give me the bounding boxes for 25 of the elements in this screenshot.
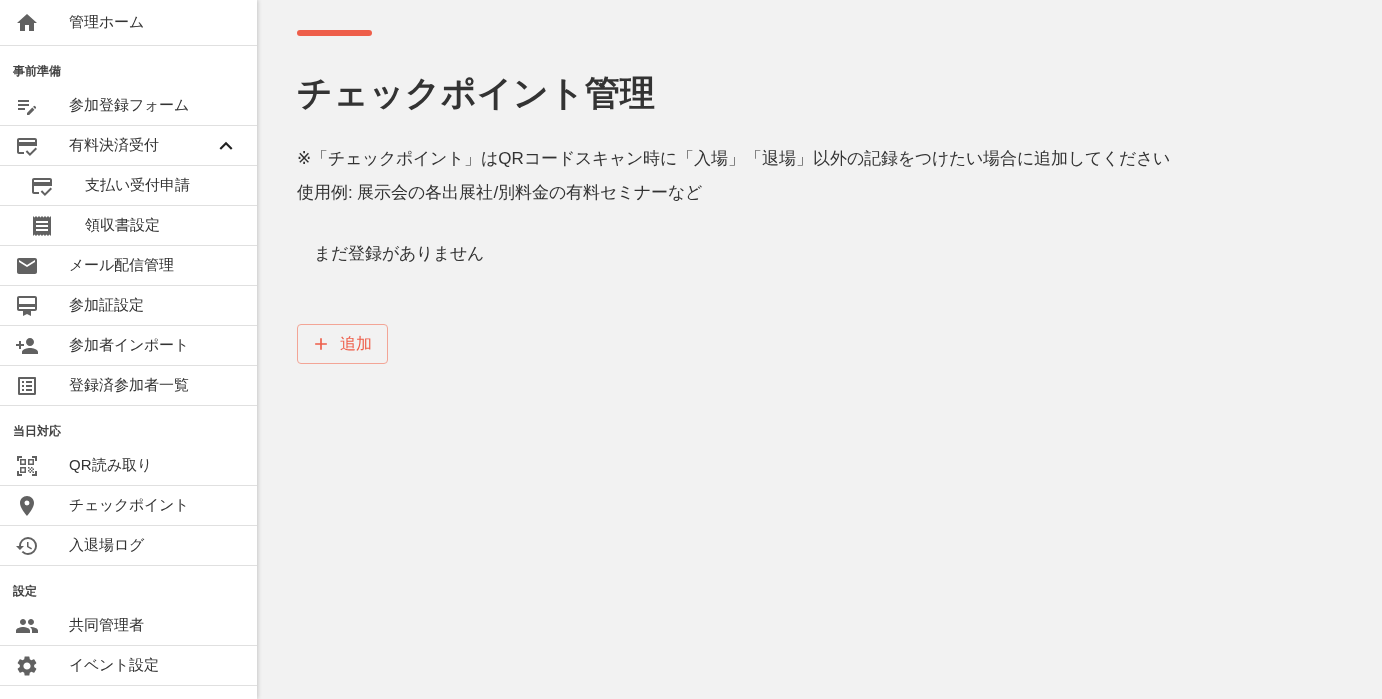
receipt-icon [30, 213, 54, 238]
settings-icon [15, 653, 39, 678]
sidebar-item[interactable]: 参加登録フォーム [0, 86, 257, 126]
sidebar-item[interactable]: 参加者インポート [0, 326, 257, 366]
empty-message: まだ登録がありません [314, 243, 484, 265]
sidebar-subitem[interactable]: 支払い受付申請 [0, 166, 257, 206]
note-text: 使用例: 展示会の各出展社/別料金の有料セミナーなど [297, 182, 704, 204]
sidebar-item[interactable]: 共同管理者 [0, 606, 257, 646]
sidebar-item[interactable]: QR読み取り [0, 446, 257, 486]
sidebar-item[interactable]: イベント設定 [0, 646, 257, 686]
note-text: ※「チェックポイント」はQRコードスキャン時に「入場」「退場」以外の記録をつけたい場合に追加してください [297, 148, 1170, 170]
sidebar-item[interactable]: 管理ホーム [0, 0, 257, 46]
qr-scan-icon [15, 453, 39, 478]
ribbon-card-icon [15, 293, 39, 318]
page-title: チェックポイント管理 [297, 72, 655, 114]
sidebar-subitem[interactable]: 領収書設定 [0, 206, 257, 246]
section-heading: 当日対応 [12, 423, 62, 440]
sidebar-item[interactable]: 参加証設定 [0, 286, 257, 326]
sidebar-item[interactable]: 入退場ログ [0, 526, 257, 566]
sidebar-item[interactable]: 登録済参加者一覧 [0, 366, 257, 406]
section-heading: 事前準備 [12, 63, 62, 80]
section-heading: 設定 [12, 583, 38, 600]
sidebar-item[interactable]: チェックポイント [0, 486, 257, 526]
sidebar-item[interactable]: 有料決済受付 [0, 126, 257, 166]
sidebar-item[interactable]: メール配信管理 [0, 246, 257, 286]
